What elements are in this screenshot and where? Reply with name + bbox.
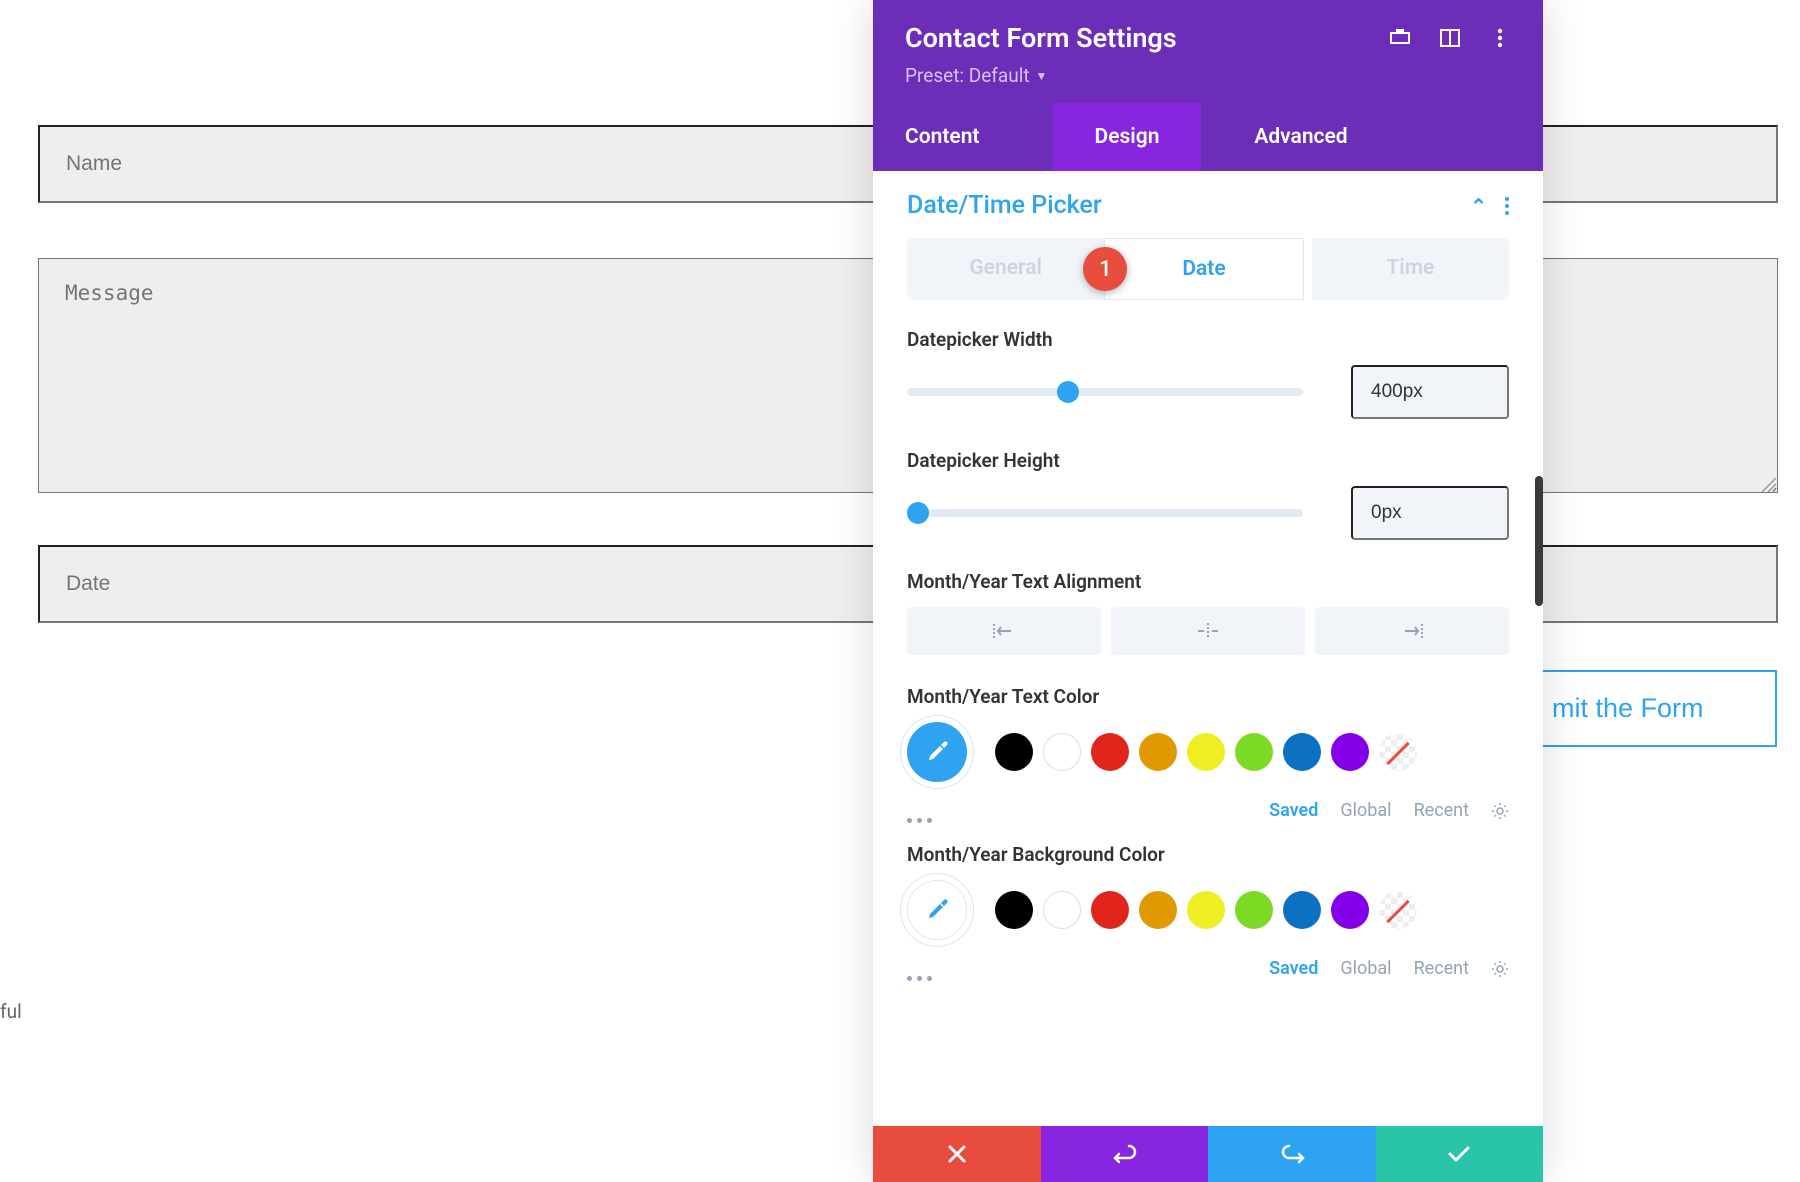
swatch-black[interactable] bbox=[995, 733, 1033, 771]
height-value-input[interactable] bbox=[1351, 486, 1509, 540]
eyedropper-icon bbox=[924, 897, 950, 923]
resize-handle-icon[interactable] bbox=[1762, 478, 1776, 492]
chevron-down-icon: ▼ bbox=[1036, 69, 1048, 83]
height-slider-thumb[interactable] bbox=[907, 502, 929, 524]
align-center-icon bbox=[1195, 621, 1221, 641]
swatch-red[interactable] bbox=[1091, 733, 1129, 771]
swatch-white[interactable] bbox=[1043, 891, 1081, 929]
swatch-none[interactable] bbox=[1379, 733, 1417, 771]
swatch-green[interactable] bbox=[1235, 733, 1273, 771]
undo-button[interactable] bbox=[1041, 1126, 1209, 1182]
tab-design[interactable]: Design bbox=[1053, 103, 1201, 171]
align-center-button[interactable] bbox=[1111, 607, 1305, 655]
submit-button[interactable]: mit the Form bbox=[1530, 670, 1777, 747]
swatch-yellow[interactable] bbox=[1187, 733, 1225, 771]
swatch-purple[interactable] bbox=[1331, 733, 1369, 771]
save-button[interactable] bbox=[1376, 1126, 1544, 1182]
subtabs: General 1 Date Time bbox=[907, 238, 1509, 300]
swatch-yellow[interactable] bbox=[1187, 891, 1225, 929]
subtab-general[interactable]: General bbox=[907, 238, 1104, 300]
tab-content[interactable]: Content bbox=[873, 103, 1053, 171]
color-tab-recent[interactable]: Recent bbox=[1414, 958, 1469, 979]
swatch-orange[interactable] bbox=[1139, 891, 1177, 929]
panel-header: Contact Form Settings Preset: Default ▼ bbox=[873, 0, 1543, 103]
eyedropper-icon bbox=[924, 739, 950, 765]
redo-button[interactable] bbox=[1208, 1126, 1376, 1182]
subtab-time[interactable]: Time bbox=[1312, 238, 1509, 300]
align-left-button[interactable] bbox=[907, 607, 1101, 655]
cancel-button[interactable] bbox=[873, 1126, 1041, 1182]
swatch-blue[interactable] bbox=[1283, 891, 1321, 929]
swatch-white[interactable] bbox=[1043, 733, 1081, 771]
more-dots-icon[interactable] bbox=[907, 976, 932, 981]
check-icon bbox=[1447, 1144, 1471, 1164]
swatch-black[interactable] bbox=[995, 891, 1033, 929]
chevron-up-icon[interactable]: ⌃ bbox=[1470, 194, 1487, 218]
align-right-icon bbox=[1399, 621, 1425, 641]
gear-icon[interactable] bbox=[1491, 802, 1509, 820]
color-tab-saved[interactable]: Saved bbox=[1269, 800, 1318, 821]
align-label: Month/Year Text Alignment bbox=[907, 570, 1509, 593]
swatch-none[interactable] bbox=[1379, 891, 1417, 929]
color-tab-recent[interactable]: Recent bbox=[1414, 800, 1469, 821]
kebab-menu-icon[interactable] bbox=[1489, 27, 1511, 49]
align-right-button[interactable] bbox=[1315, 607, 1509, 655]
swatch-blue[interactable] bbox=[1283, 733, 1321, 771]
color-tab-saved[interactable]: Saved bbox=[1269, 958, 1318, 979]
undo-icon bbox=[1111, 1143, 1137, 1165]
columns-icon[interactable] bbox=[1439, 27, 1461, 49]
swatch-red[interactable] bbox=[1091, 891, 1129, 929]
width-slider[interactable] bbox=[907, 388, 1303, 396]
truncated-text: ful bbox=[0, 1000, 22, 1023]
subtab-date-label: Date bbox=[1182, 257, 1225, 281]
color-tab-global[interactable]: Global bbox=[1340, 800, 1391, 821]
eyedropper-text-color[interactable] bbox=[907, 722, 967, 782]
align-left-icon bbox=[991, 621, 1017, 641]
close-icon bbox=[946, 1143, 968, 1165]
redo-icon bbox=[1279, 1143, 1305, 1165]
preset-label: Preset: Default bbox=[905, 64, 1030, 87]
width-value-input[interactable] bbox=[1351, 365, 1509, 419]
panel-tabs: Content Design Advanced bbox=[873, 103, 1543, 171]
text-color-swatches bbox=[907, 722, 1509, 782]
expand-icon[interactable] bbox=[1389, 27, 1411, 49]
width-slider-thumb[interactable] bbox=[1057, 381, 1079, 403]
section-title[interactable]: Date/Time Picker bbox=[907, 191, 1102, 220]
preset-selector[interactable]: Preset: Default ▼ bbox=[905, 64, 1511, 87]
tab-advanced[interactable]: Advanced bbox=[1201, 103, 1401, 171]
bg-color-label: Month/Year Background Color bbox=[907, 843, 1509, 866]
panel-title: Contact Form Settings bbox=[905, 22, 1177, 54]
swatch-purple[interactable] bbox=[1331, 891, 1369, 929]
height-label: Datepicker Height bbox=[907, 449, 1509, 472]
panel-footer bbox=[873, 1126, 1543, 1182]
color-tab-global[interactable]: Global bbox=[1340, 958, 1391, 979]
section-kebab-icon[interactable] bbox=[1505, 197, 1509, 215]
bg-color-swatches bbox=[907, 880, 1509, 940]
more-dots-icon[interactable] bbox=[907, 818, 932, 823]
height-slider[interactable] bbox=[907, 509, 1303, 517]
settings-panel: Contact Form Settings Preset: Default ▼ … bbox=[873, 0, 1543, 1182]
annotation-badge: 1 bbox=[1083, 247, 1127, 291]
text-color-label: Month/Year Text Color bbox=[907, 685, 1509, 708]
panel-body: Date/Time Picker ⌃ General 1 Date Time D… bbox=[873, 171, 1543, 1126]
subtab-date[interactable]: 1 Date bbox=[1104, 238, 1303, 300]
gear-icon[interactable] bbox=[1491, 960, 1509, 978]
width-label: Datepicker Width bbox=[907, 328, 1509, 351]
swatch-orange[interactable] bbox=[1139, 733, 1177, 771]
swatch-green[interactable] bbox=[1235, 891, 1273, 929]
eyedropper-bg-color[interactable] bbox=[907, 880, 967, 940]
scrollbar-thumb[interactable] bbox=[1535, 476, 1543, 606]
